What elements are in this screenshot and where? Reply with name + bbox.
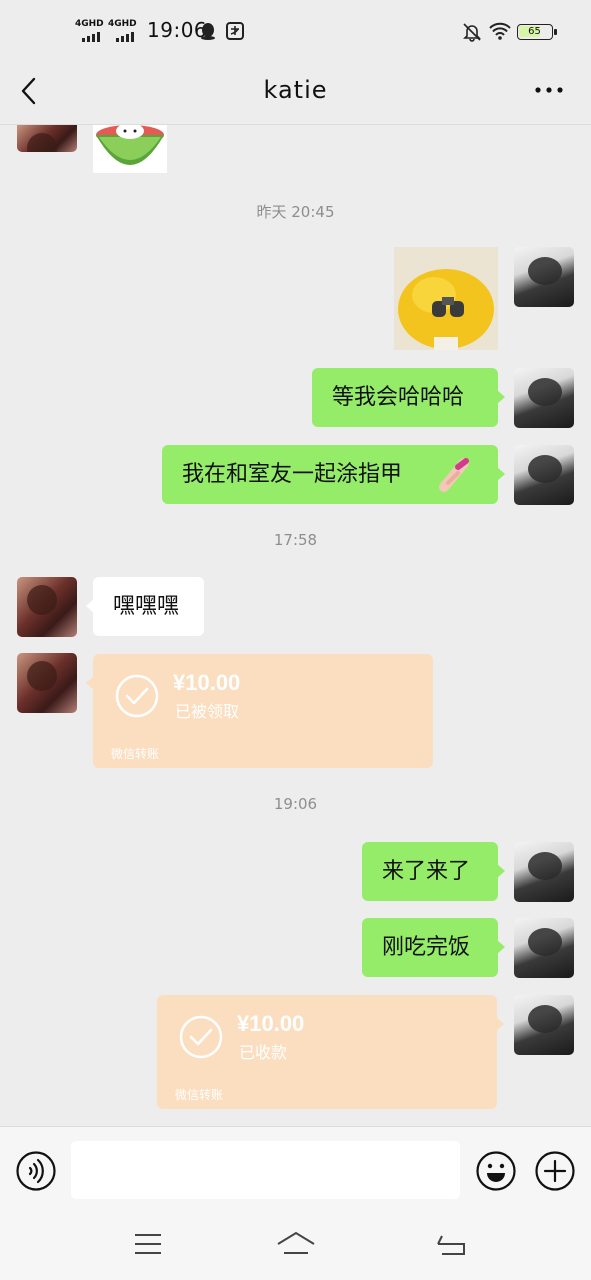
message-input[interactable]	[71, 1141, 460, 1199]
emoji-icon[interactable]	[475, 1150, 517, 1192]
transfer-card[interactable]: ¥10.00 已被领取 微信转账	[86, 654, 433, 768]
signal-icon	[82, 32, 100, 42]
status-bar: 4GHD 4GHD 19:06 65	[0, 0, 591, 60]
watermelon-icon	[96, 125, 164, 165]
qq-icon	[201, 23, 215, 40]
battery-level: 65	[528, 26, 541, 37]
transfer-amount: ¥10.00	[173, 670, 241, 695]
contact-avatar[interactable]	[17, 577, 77, 637]
my-avatar[interactable]	[514, 995, 574, 1055]
message-bubble-sent[interactable]: 等我会哈哈哈	[312, 368, 505, 427]
network-label-2: 4GHD	[108, 19, 137, 29]
nail-polish-emoji-icon	[439, 458, 469, 492]
alipay-icon	[226, 22, 244, 40]
check-circle-icon	[179, 1015, 223, 1059]
transfer-card[interactable]: ¥10.00 已收款 微信转账	[157, 995, 504, 1109]
my-avatar[interactable]	[514, 842, 574, 902]
my-avatar[interactable]	[514, 445, 574, 505]
return-icon[interactable]	[436, 1232, 466, 1256]
my-avatar[interactable]	[514, 368, 574, 428]
mute-bell-icon	[463, 23, 481, 42]
more-icon[interactable]	[534, 86, 564, 94]
message-bubble-sent[interactable]: 刚吃完饭	[362, 918, 505, 977]
wifi-icon	[489, 22, 511, 40]
check-circle-icon	[115, 674, 159, 718]
message-bubble-received[interactable]: 嘿嘿嘿	[86, 577, 204, 636]
contact-avatar[interactable]	[17, 653, 77, 713]
message-text: 我在和室友一起涂指甲	[182, 462, 403, 487]
contact-avatar[interactable]	[17, 125, 77, 152]
bird-binoculars-icon	[394, 247, 498, 350]
message-bubble-sent[interactable]: 我在和室友一起涂指甲	[162, 445, 505, 504]
battery-icon: 65	[517, 24, 557, 40]
timestamp: 昨天 20:45	[256, 203, 335, 221]
transfer-label: 微信转账	[111, 747, 160, 761]
menu-icon[interactable]	[134, 1232, 162, 1256]
input-bar	[0, 1126, 591, 1213]
transfer-status: 已收款	[239, 1043, 288, 1062]
chat-title: katie	[263, 76, 328, 104]
voice-icon[interactable]	[15, 1150, 57, 1192]
home-icon[interactable]	[276, 1230, 316, 1258]
network-label-1: 4GHD	[75, 19, 104, 29]
system-nav-bar	[0, 1212, 591, 1280]
timestamp: 17:58	[273, 531, 318, 549]
my-avatar[interactable]	[514, 247, 574, 307]
bird-sticker[interactable]	[394, 247, 498, 350]
status-time: 19:06	[147, 18, 208, 42]
transfer-amount: ¥10.00	[237, 1011, 305, 1036]
message-bubble-sent[interactable]: 来了来了	[362, 842, 505, 901]
plus-icon[interactable]	[534, 1150, 576, 1192]
signal-icon	[116, 32, 134, 42]
watermelon-sticker[interactable]	[93, 125, 167, 173]
timestamp: 19:06	[273, 795, 318, 813]
transfer-status: 已被领取	[175, 702, 240, 721]
transfer-label: 微信转账	[175, 1088, 224, 1102]
my-avatar[interactable]	[514, 918, 574, 978]
chat-header: katie	[0, 60, 591, 125]
